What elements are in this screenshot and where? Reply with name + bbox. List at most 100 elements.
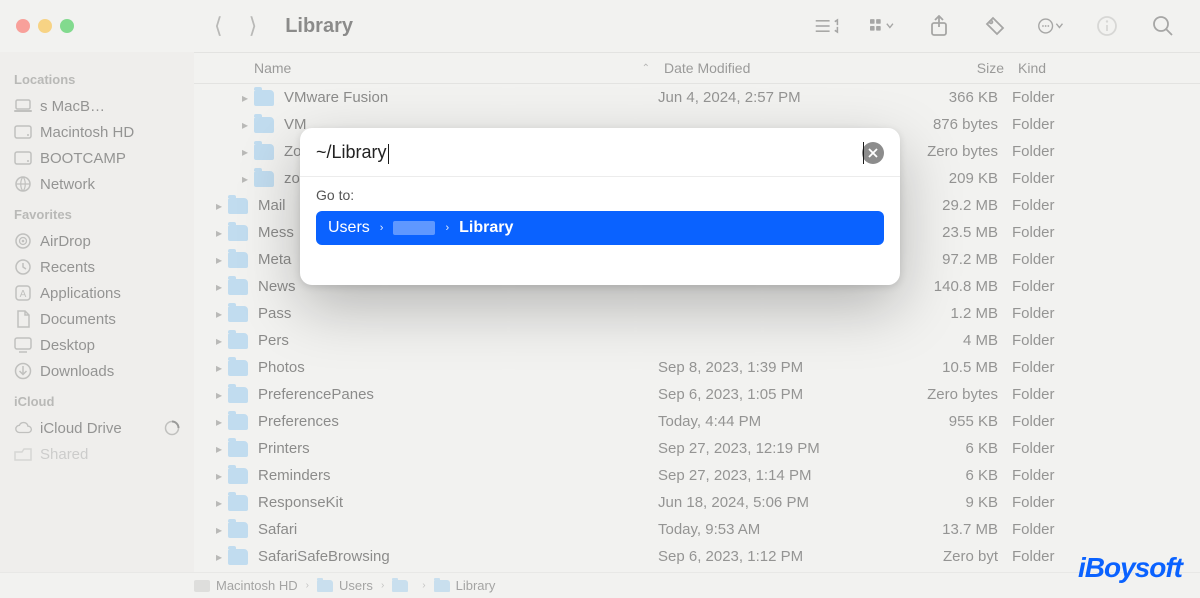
sidebar-item[interactable]: Network [8, 171, 186, 197]
shared-icon [14, 445, 32, 463]
file-size: 29.2 MB [890, 197, 1012, 214]
file-row[interactable]: ▸SafariToday, 9:53 AM13.7 MBFolder [194, 516, 1200, 543]
path-segment-label: Library [456, 578, 496, 593]
file-date: Sep 27, 2023, 1:14 PM [658, 467, 890, 484]
file-size: 9 KB [890, 494, 1012, 511]
go-to-result-row[interactable]: Users››Library [316, 211, 884, 245]
clock-icon [14, 258, 32, 276]
file-size: 366 KB [890, 89, 1012, 106]
path-segment[interactable] [392, 580, 414, 592]
sidebar-item[interactable]: Recents [8, 254, 186, 280]
view-grid-icon[interactable] [870, 13, 896, 39]
file-kind: Folder [1012, 251, 1200, 268]
folder-icon [228, 549, 248, 565]
disclosure-triangle-icon[interactable]: ▸ [210, 415, 228, 429]
path-segment[interactable]: Library [434, 578, 496, 593]
file-kind: Folder [1012, 170, 1200, 187]
file-row[interactable]: ▸ PreferencePanesSep 6, 2023, 1:05 PMZero… [194, 381, 1200, 408]
sidebar-item[interactable]: AApplications [8, 280, 186, 306]
file-row[interactable]: ▸Pers4 MBFolder [194, 327, 1200, 354]
file-row[interactable]: ▸PhotosSep 8, 2023, 1:39 PM10.5 MBFolder [194, 354, 1200, 381]
minimize-window-button[interactable] [38, 19, 52, 33]
column-date[interactable]: Date Modified [664, 60, 896, 76]
disclosure-triangle-icon[interactable]: ▸ [210, 253, 228, 267]
tag-icon[interactable] [982, 13, 1008, 39]
sidebar-item[interactable]: Documents [8, 306, 186, 332]
disclosure-triangle-icon[interactable]: ▸ [210, 550, 228, 564]
folder-icon [317, 580, 333, 592]
sidebar-item[interactable]: AirDrop [8, 228, 186, 254]
path-bar: Macintosh HD›Users››Library [0, 572, 1200, 598]
folder-icon [228, 306, 248, 322]
view-list-icon[interactable] [814, 13, 840, 39]
disclosure-triangle-icon[interactable]: ▸ [210, 496, 228, 510]
disclosure-triangle-icon[interactable]: ▸ [210, 226, 228, 240]
file-row[interactable]: ▸VMware FusionJun 4, 2024, 2:57 PM366 KB… [194, 84, 1200, 111]
column-size[interactable]: Size [896, 60, 1018, 76]
file-size: 876 bytes [890, 116, 1012, 133]
file-row[interactable]: ▸PrintersSep 27, 2023, 12:19 PM6 KBFolde… [194, 435, 1200, 462]
disclosure-triangle-icon[interactable]: ▸ [210, 388, 228, 402]
column-name[interactable]: Name ⌃ [254, 60, 664, 76]
clear-input-button[interactable] [862, 142, 884, 164]
path-segment[interactable]: Users [317, 578, 373, 593]
file-size: 209 KB [890, 170, 1012, 187]
file-size: 10.5 MB [890, 359, 1012, 376]
sidebar-item[interactable]: Desktop [8, 332, 186, 358]
sidebar-item[interactable]: Shared [8, 441, 186, 467]
file-row[interactable]: ▸PreferencesToday, 4:44 PM955 KBFolder [194, 408, 1200, 435]
folder-icon [228, 441, 248, 457]
path-segment-label: Users [339, 578, 373, 593]
forward-button[interactable]: ⟩ [243, 13, 264, 39]
file-row[interactable]: ▸ResponseKitJun 18, 2024, 5:06 PM9 KBFol… [194, 489, 1200, 516]
column-kind[interactable]: Kind [1018, 60, 1200, 76]
sidebar-item-label: Documents [40, 311, 116, 328]
go-to-label: Go to: [316, 187, 884, 203]
disclosure-triangle-icon[interactable]: ▸ [210, 334, 228, 348]
disclosure-triangle-icon[interactable]: ▸ [236, 145, 254, 159]
disclosure-triangle-icon[interactable]: ▸ [236, 118, 254, 132]
file-name: Safari [258, 521, 658, 538]
sidebar-item[interactable]: s MacB… [8, 93, 186, 119]
file-date: Today, 4:44 PM [658, 413, 890, 430]
file-size: Zero bytes [890, 386, 1012, 403]
disclosure-triangle-icon[interactable]: ▸ [236, 172, 254, 186]
file-row[interactable]: ▸RemindersSep 27, 2023, 1:14 PM6 KBFolde… [194, 462, 1200, 489]
zoom-window-button[interactable] [60, 19, 74, 33]
file-name: SafariSafeBrowsing [258, 548, 658, 565]
sidebar-item[interactable]: BOOTCAMP [8, 145, 186, 171]
info-icon[interactable] [1094, 13, 1120, 39]
path-segment[interactable]: Macintosh HD [194, 578, 298, 593]
search-icon[interactable] [1150, 13, 1176, 39]
disclosure-triangle-icon[interactable]: ▸ [210, 361, 228, 375]
file-row[interactable]: ▸Pass1.2 MBFolder [194, 300, 1200, 327]
file-kind: Folder [1012, 89, 1200, 106]
file-kind: Folder [1012, 440, 1200, 457]
more-actions-icon[interactable] [1038, 13, 1064, 39]
file-kind: Folder [1012, 467, 1200, 484]
chevron-right-icon: › [445, 222, 449, 234]
disclosure-triangle-icon[interactable]: ▸ [236, 91, 254, 105]
file-name: PreferencePanes [258, 386, 658, 403]
disclosure-triangle-icon[interactable]: ▸ [210, 469, 228, 483]
disclosure-triangle-icon[interactable]: ▸ [210, 280, 228, 294]
chevron-right-icon: › [422, 580, 425, 591]
file-row[interactable]: ▸SafariSafeBrowsingSep 6, 2023, 1:12 PMZ… [194, 543, 1200, 570]
text-cursor [388, 144, 389, 164]
sidebar-item[interactable]: Macintosh HD [8, 119, 186, 145]
sidebar-item[interactable]: Downloads [8, 358, 186, 384]
disclosure-triangle-icon[interactable]: ▸ [210, 307, 228, 321]
share-icon[interactable] [926, 13, 952, 39]
sidebar-item[interactable]: iCloud Drive [8, 415, 186, 441]
disk-icon [14, 123, 32, 141]
go-to-path-input[interactable]: ~/Library [316, 142, 862, 163]
chevron-right-icon: › [380, 222, 384, 234]
file-size: 6 KB [890, 440, 1012, 457]
file-date: Sep 6, 2023, 1:05 PM [658, 386, 890, 403]
close-window-button[interactable] [16, 19, 30, 33]
disclosure-triangle-icon[interactable]: ▸ [210, 442, 228, 456]
file-size: 97.2 MB [890, 251, 1012, 268]
disclosure-triangle-icon[interactable]: ▸ [210, 523, 228, 537]
disclosure-triangle-icon[interactable]: ▸ [210, 199, 228, 213]
back-button[interactable]: ⟨ [208, 13, 229, 39]
